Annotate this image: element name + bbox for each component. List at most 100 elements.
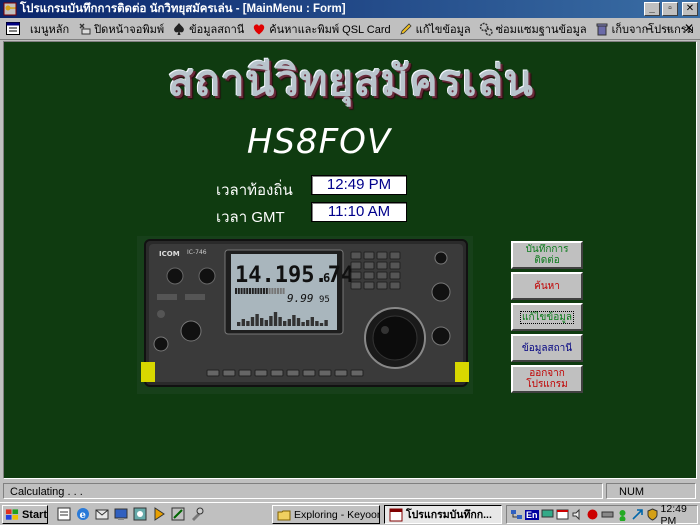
radio-model: IC-746 [187,249,207,256]
menu-search-print-qsl[interactable]: ค้นหาและพิมพ์ QSL Card [248,18,394,40]
close-button[interactable]: ✕ [682,2,698,16]
meter-segment [254,288,257,294]
gmt-time-field[interactable]: 11:10 AM [311,202,407,222]
keypad-key [389,281,401,290]
keypad-key [350,271,362,280]
keypad-key [389,271,401,280]
volume-icon[interactable] [571,508,584,521]
front-panel-button [206,369,220,377]
keypad-key [363,271,375,280]
spectrum-bar [283,321,287,326]
exit-program-button[interactable]: ออกจากโปรแกรม [511,365,583,393]
display-icon[interactable] [541,508,554,521]
language-indicator[interactable]: En [525,509,539,520]
status-text: Calculating . . . [3,483,603,499]
task-logbook-program[interactable]: โปรแกรมบันทึกก... [384,505,502,524]
menu-edit-data[interactable]: แก้ไขข้อมูล [395,18,475,40]
modem-icon[interactable] [601,508,614,521]
spectrum-bar [315,321,319,326]
title-bar[interactable]: โปรแกรมบันทึกการติดต่อ นักวิทยุสมัครเล่น… [0,0,700,18]
keypad-key [363,281,375,290]
document-icon[interactable] [6,22,20,35]
keypad-key [363,261,375,270]
minimize-button[interactable]: _ [644,2,660,16]
network-icon[interactable] [510,508,523,521]
meter-segment [237,288,240,294]
app-key-icon [3,2,17,16]
messenger-icon[interactable] [616,508,629,521]
menu-main[interactable]: เมนูหลัก [26,18,73,40]
keypad-key [376,271,388,280]
keypad-key [350,251,362,260]
media-player-icon[interactable] [151,506,167,522]
restore-button[interactable]: ▫ [662,2,678,16]
taskbar-clock[interactable]: 12:49 PM [661,503,697,525]
meter-segment [243,288,246,294]
main-menu-form: สถานีวิทยุสมัครเล่น HS8FOV เวลาท้องถิ่น … [3,41,697,479]
num-lock-indicator: NUM [606,483,696,499]
scheduler-icon[interactable] [556,508,569,521]
show-desktop-icon[interactable] [113,506,129,522]
spectrum-bar [292,315,296,326]
spectrum-bar [324,320,328,326]
antivirus-icon[interactable] [586,508,599,521]
meter-segment [271,288,274,294]
child-minimize-button[interactable]: – [642,21,656,35]
quick-launch: e [56,506,205,522]
meter-segment [279,288,282,294]
meter-segment [277,288,279,294]
menu-repair-database[interactable]: ซ่อมแซมฐานข้อมูล [475,18,591,40]
spectrum-bar [296,318,301,326]
keypad-key [376,251,388,260]
station-info-button[interactable]: ข้อมูลสถานี [511,334,583,362]
search-button[interactable]: ค้นหา [511,272,583,300]
notepad-icon[interactable] [56,506,72,522]
folder-icon [277,510,291,520]
local-time-label: เวลาท้องถิ่น [216,182,293,199]
menu-station-info[interactable]: ข้อมูลสถานี [168,18,248,40]
arrow-icon[interactable] [631,508,644,521]
edit-data-button[interactable]: แก้ไขข้อมูล [511,303,583,331]
local-time-field[interactable]: 12:49 PM [311,175,407,195]
spectrum-bar [287,319,291,326]
window-title: โปรแกรมบันทึกการติดต่อ นักวิทยุสมัครเล่น… [20,3,346,15]
spectrum-bar [250,317,255,326]
meter-segment [240,288,243,294]
callsign: HS8FOV [246,122,392,162]
front-panel-button [238,369,252,377]
menu-close-print-screen[interactable]: ปิดหน้าจอพิมพ์ [73,18,168,40]
radio-meter-unit: 95 [319,295,330,305]
front-panel-button [350,369,364,377]
radio-transceiver-image: ICOM IC-746 14.195.74 6 9.99 95 [137,236,473,394]
spectrum-bar [310,317,314,326]
meter-segment [260,288,263,294]
internet-explorer-icon[interactable]: e [75,506,91,522]
keypad-key [389,261,401,270]
tool-icon[interactable] [189,506,205,522]
keypad-key [363,251,375,260]
meter-segment [274,288,277,294]
outlook-express-icon[interactable] [94,506,110,522]
spectrum-bar [319,323,324,326]
child-close-button[interactable]: ✕ [682,21,696,35]
taskbar: Start e Exploring - Keyoon โปรแกรมบันทึก… [0,502,700,525]
front-panel-button [334,369,348,377]
channels-icon[interactable] [132,506,148,522]
spade-icon [174,23,184,35]
task-exploring[interactable]: Exploring - Keyoon [272,505,380,524]
pencil-icon [400,23,412,35]
spectrum-bar [273,312,278,326]
start-button[interactable]: Start [2,505,48,524]
spectrum-bar [260,318,264,326]
meter-segment [251,288,254,294]
app-shortcut-icon[interactable] [170,506,186,522]
access-form-icon [389,508,403,521]
spectrum-bar [269,316,273,326]
log-contact-button[interactable]: บันทึกการติดต่อ [511,241,583,269]
keypad-key [350,261,362,270]
front-panel-button [318,369,332,377]
child-restore-button[interactable]: ▫ [662,21,676,35]
spectrum-bar [301,322,305,326]
shield-icon[interactable] [646,508,659,521]
gmt-time-label: เวลา GMT [216,209,285,226]
